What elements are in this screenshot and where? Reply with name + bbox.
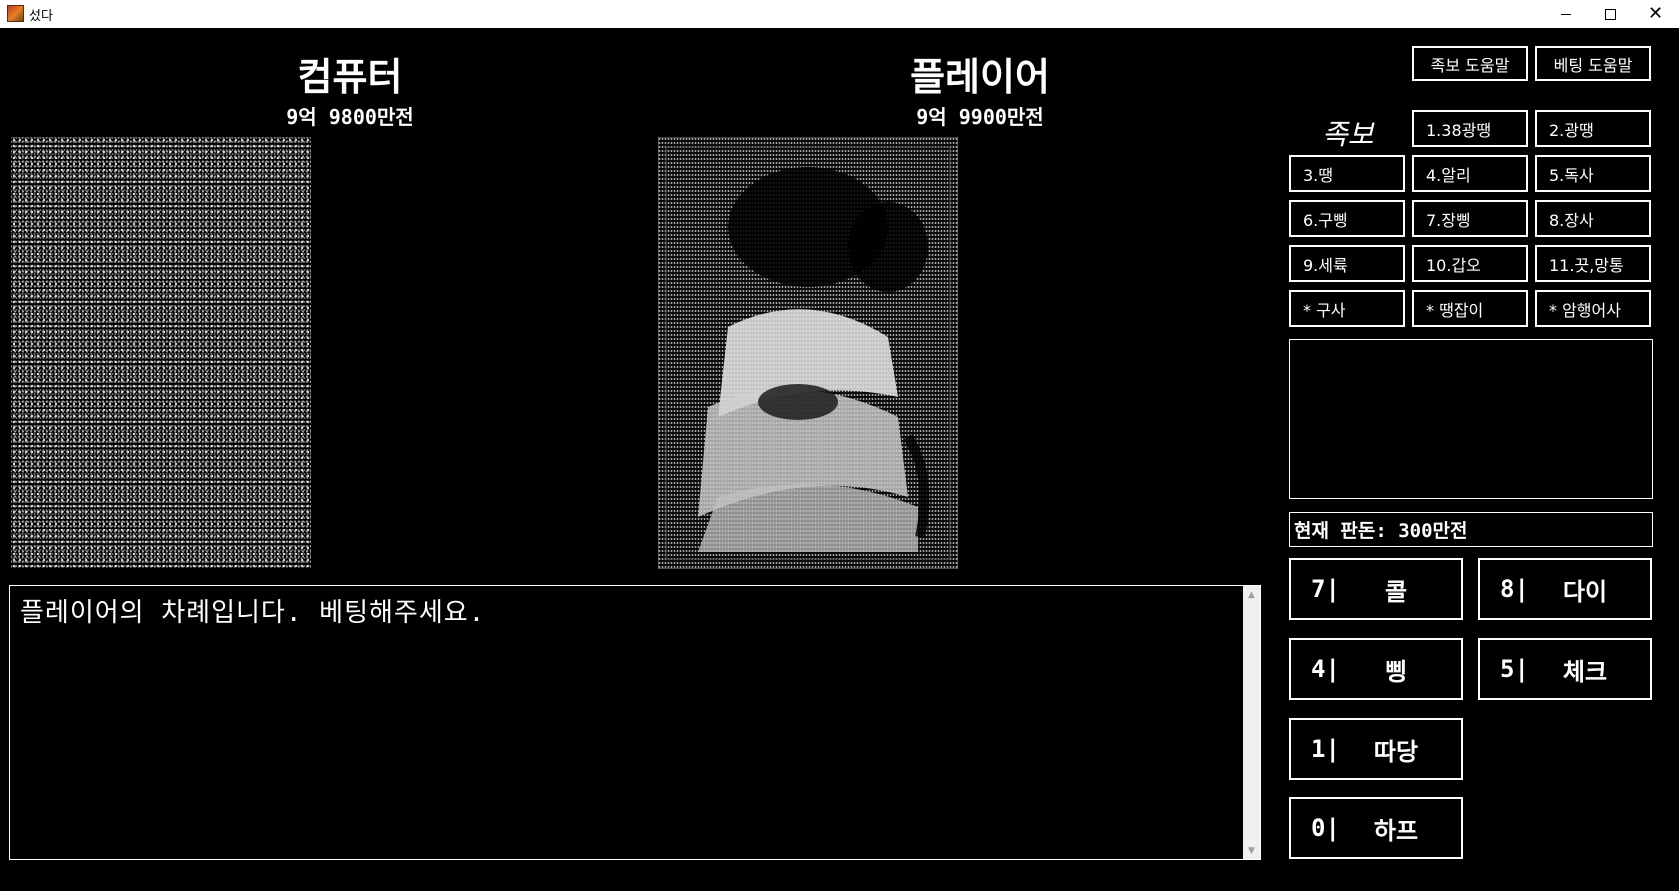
bet-key: 5| bbox=[1500, 655, 1529, 683]
player-name: 플레이어 bbox=[910, 55, 1050, 99]
jokbo-item[interactable]: * 땡잡이 bbox=[1412, 290, 1528, 327]
bet-key: 7| bbox=[1311, 575, 1340, 603]
jokbo-item[interactable]: 3.땡 bbox=[1289, 155, 1405, 192]
bet-key: 0| bbox=[1311, 814, 1340, 842]
player-card bbox=[658, 137, 958, 569]
minimize-button[interactable] bbox=[1543, 0, 1588, 28]
jokbo-item[interactable]: 7.장삥 bbox=[1412, 200, 1528, 237]
jokbo-label: 족보 bbox=[1322, 118, 1374, 151]
maximize-button[interactable] bbox=[1588, 0, 1633, 28]
computer-name: 컴퓨터 bbox=[297, 55, 403, 99]
jokbo-help-button[interactable]: 족보 도움말 bbox=[1412, 46, 1528, 81]
jokbo-item[interactable]: 1.38광땡 bbox=[1412, 110, 1528, 147]
check-button[interactable]: 5| 체크 bbox=[1478, 638, 1652, 700]
pot-display: 현재 판돈: 300만전 bbox=[1289, 512, 1653, 547]
message-log[interactable]: 플레이어의 차례입니다. 베팅해주세요. ▲ ▼ bbox=[9, 585, 1261, 860]
scroll-down-arrow-icon[interactable]: ▼ bbox=[1243, 842, 1260, 859]
jokbo-item[interactable]: 5.독사 bbox=[1535, 155, 1651, 192]
die-button[interactable]: 8| 다이 bbox=[1478, 558, 1652, 620]
call-button[interactable]: 7| 콜 bbox=[1289, 558, 1463, 620]
app-icon bbox=[7, 5, 24, 22]
jokbo-description-box bbox=[1289, 339, 1653, 499]
close-icon: ✕ bbox=[1647, 3, 1664, 24]
player-card-art bbox=[658, 137, 958, 569]
bet-label: 콜 bbox=[1384, 577, 1408, 606]
computer-card-back bbox=[11, 137, 311, 569]
computer-money: 9억 9800만전 bbox=[286, 105, 414, 129]
bet-key: 8| bbox=[1500, 575, 1529, 603]
bet-key: 1| bbox=[1311, 735, 1340, 763]
maximize-icon bbox=[1605, 8, 1616, 20]
bet-key: 4| bbox=[1311, 655, 1340, 683]
close-button[interactable]: ✕ bbox=[1633, 0, 1678, 28]
window-title: 섰다 bbox=[29, 9, 53, 24]
bet-label: 삥 bbox=[1384, 657, 1408, 686]
bet-label: 따당 bbox=[1373, 737, 1419, 766]
half-button[interactable]: 0| 하프 bbox=[1289, 797, 1463, 859]
jokbo-item[interactable]: 9.세륙 bbox=[1289, 245, 1405, 282]
bbing-button[interactable]: 4| 삥 bbox=[1289, 638, 1463, 700]
log-scrollbar[interactable]: ▲ ▼ bbox=[1243, 586, 1260, 859]
log-message: 플레이어의 차례입니다. 베팅해주세요. bbox=[20, 598, 486, 628]
jokbo-item[interactable]: 11.끗,망통 bbox=[1535, 245, 1651, 282]
jokbo-item[interactable]: * 암행어사 bbox=[1535, 290, 1651, 327]
bet-label: 다이 bbox=[1562, 577, 1608, 606]
jokbo-item[interactable]: 8.장사 bbox=[1535, 200, 1651, 237]
minimize-icon bbox=[1560, 13, 1571, 15]
jokbo-item[interactable]: 2.광땡 bbox=[1535, 110, 1651, 147]
betting-help-button[interactable]: 베팅 도움말 bbox=[1535, 46, 1651, 81]
jokbo-item[interactable]: 4.알리 bbox=[1412, 155, 1528, 192]
scroll-up-arrow-icon[interactable]: ▲ bbox=[1243, 586, 1260, 603]
jokbo-item[interactable]: * 구사 bbox=[1289, 290, 1405, 327]
bet-label: 하프 bbox=[1373, 816, 1419, 845]
jokbo-item[interactable]: 10.갑오 bbox=[1412, 245, 1528, 282]
bet-label: 체크 bbox=[1562, 657, 1608, 686]
ddadang-button[interactable]: 1| 따당 bbox=[1289, 718, 1463, 780]
player-money: 9억 9900만전 bbox=[916, 105, 1044, 129]
jokbo-item[interactable]: 6.구삥 bbox=[1289, 200, 1405, 237]
title-bar: 섰다 ✕ bbox=[0, 0, 1679, 28]
